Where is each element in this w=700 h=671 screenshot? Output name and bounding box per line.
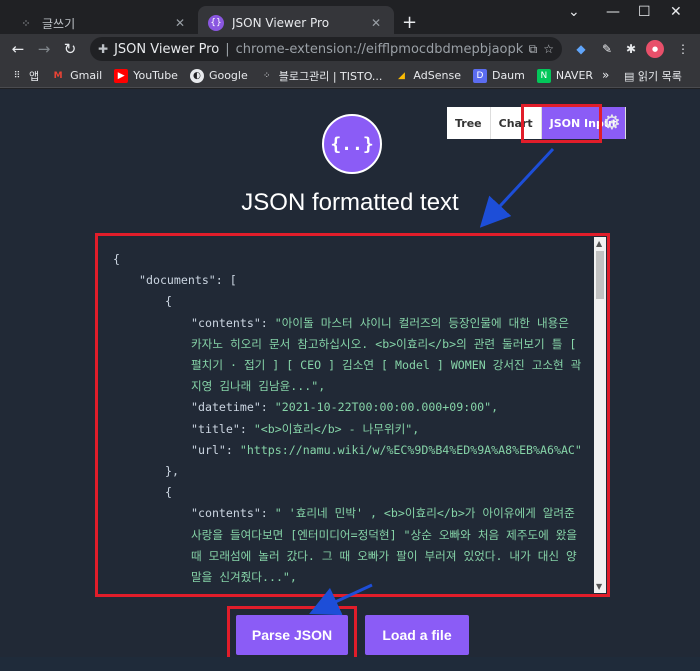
- browser-toolbar: ← → ↻ ✚ JSON Viewer Pro | chrome-extensi…: [0, 34, 700, 64]
- bookmark-youtube[interactable]: ▶ YouTube: [114, 68, 178, 83]
- gmail-icon: M: [53, 70, 63, 81]
- bookmark-gmail[interactable]: M Gmail: [51, 69, 103, 83]
- extension-icon: ✚: [98, 42, 109, 56]
- arrow-to-editor: [479, 147, 555, 228]
- reload-button[interactable]: ↻: [60, 39, 80, 59]
- daum-icon: D: [472, 68, 487, 83]
- reading-list-icon: ▤: [624, 70, 638, 83]
- reading-list-button[interactable]: ▤ 읽기 목록: [624, 68, 682, 84]
- extensions-puzzle-icon[interactable]: ✱: [622, 40, 640, 58]
- json-viewer-page: Tree Chart JSON Input ⚙ {..} JSON format…: [0, 89, 700, 671]
- youtube-icon: ▶: [114, 68, 129, 83]
- extension-shield-icon[interactable]: ◆: [572, 40, 590, 58]
- close-window-button[interactable]: ✕: [670, 4, 682, 20]
- url-text: chrome-extension://eifflpmocdbdmepbjaopk…: [235, 41, 523, 57]
- tistory-icon: ⁘: [21, 16, 31, 30]
- apps-grid-icon: ⠿: [13, 70, 21, 81]
- tab-title: JSON Viewer Pro: [232, 16, 330, 30]
- profile-avatar[interactable]: ●: [646, 40, 664, 58]
- naver-icon: N: [536, 68, 551, 83]
- bookmarks-more-button[interactable]: »: [602, 68, 609, 82]
- bookmark-star-icon[interactable]: ☆: [543, 42, 554, 56]
- adsense-icon: ◢: [397, 70, 405, 81]
- arrow-to-parse-button: [309, 583, 373, 616]
- new-tab-button[interactable]: +: [402, 12, 417, 33]
- bookmark-tistory[interactable]: ⁘ 블로그관리 | TISTO...: [260, 68, 382, 84]
- back-button[interactable]: ←: [8, 39, 28, 59]
- bookmark-adsense[interactable]: ◢ AdSense: [394, 69, 461, 83]
- address-bar[interactable]: ✚ JSON Viewer Pro | chrome-extension://e…: [90, 37, 562, 61]
- json-viewer-icon: {}: [208, 15, 224, 31]
- close-icon[interactable]: ✕: [172, 16, 188, 30]
- chevron-down-icon[interactable]: ⌄: [568, 4, 580, 20]
- bookmark-naver[interactable]: N NAVER: [536, 68, 593, 83]
- minimize-button[interactable]: —: [606, 4, 620, 20]
- close-icon[interactable]: ✕: [368, 16, 384, 30]
- tab-title: 글쓰기: [42, 16, 76, 31]
- maximize-button[interactable]: ☐: [638, 4, 651, 20]
- tistory-icon: ⁘: [262, 70, 271, 81]
- translate-icon[interactable]: ⧉: [529, 42, 538, 57]
- bookmark-google[interactable]: ◐ Google: [189, 68, 248, 83]
- os-taskbar: [0, 657, 700, 671]
- separator: |: [225, 41, 230, 57]
- bookmark-apps[interactable]: ⠿ 앱: [10, 68, 39, 84]
- bookmarks-bar: ⠿ 앱 M Gmail ▶ YouTube ◐ Google ⁘ 블로그관리 | TIST…: [0, 64, 700, 88]
- forward-button[interactable]: →: [34, 39, 54, 59]
- annotation-arrows: [309, 147, 555, 616]
- bookmark-daum[interactable]: D Daum: [472, 68, 525, 83]
- globe-icon: ◐: [189, 68, 204, 83]
- menu-icon[interactable]: ⋮: [674, 40, 692, 58]
- site-name: JSON Viewer Pro: [114, 41, 220, 57]
- extension-pen-icon[interactable]: ✎: [598, 40, 616, 58]
